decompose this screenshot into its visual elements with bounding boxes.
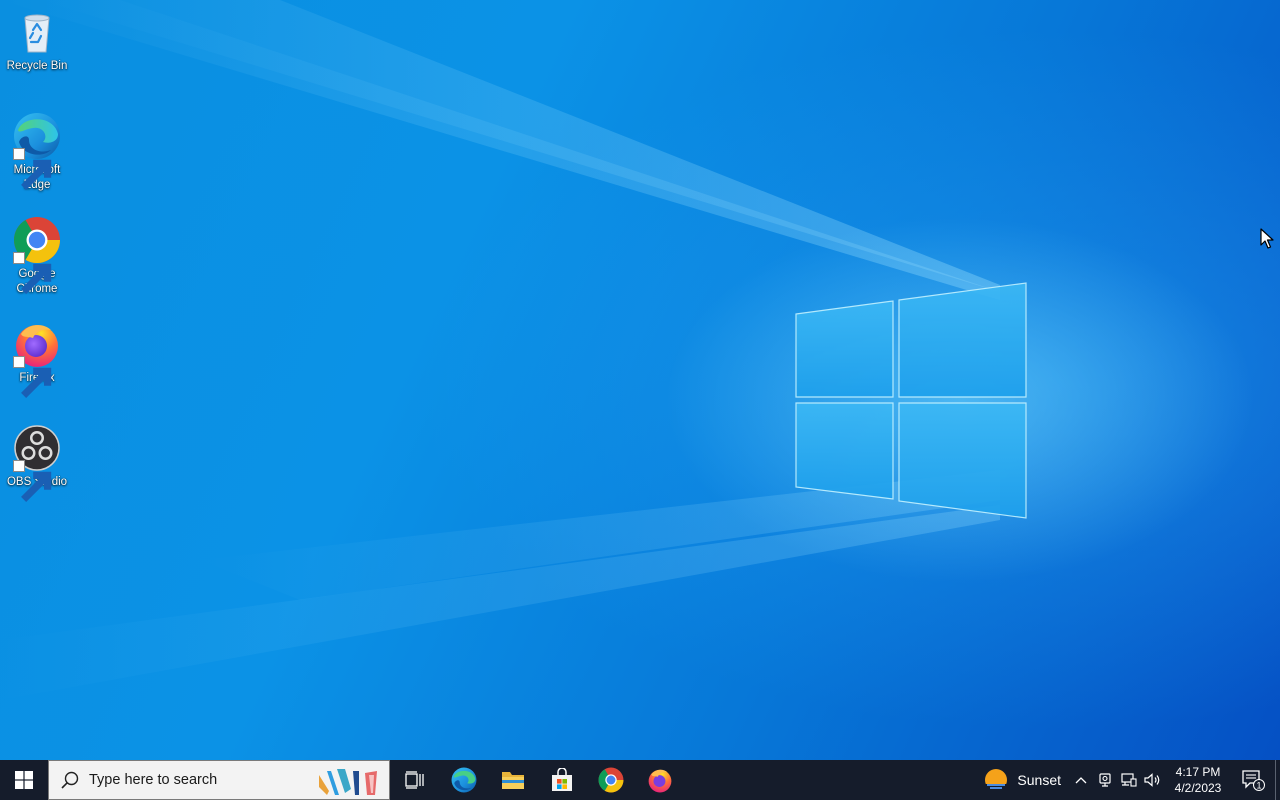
obs-icon (13, 424, 61, 502)
network-button[interactable] (1117, 760, 1141, 800)
clock[interactable]: 4:17 PM 4/2/2023 (1165, 764, 1231, 796)
meet-now-button[interactable] (1093, 760, 1117, 800)
mouse-pointer-icon (1260, 228, 1274, 254)
system-tray: Sunset 4:17 PM 4/2/2023 1 (983, 760, 1280, 800)
windows-start-icon (15, 771, 33, 789)
shortcut-arrow-icon (13, 252, 52, 294)
webcam-icon (1099, 773, 1111, 787)
edge-icon (451, 767, 476, 793)
speaker-icon (1144, 773, 1160, 787)
action-center-button[interactable]: 1 (1231, 760, 1275, 800)
windows-logo-wallpaper (795, 282, 1027, 519)
task-view-icon (404, 771, 424, 789)
taskbar: Type here to search Sunset 4:17 PM 4/2/2… (0, 760, 1280, 800)
clock-time: 4:17 PM (1175, 765, 1221, 779)
taskbar-firefox-button[interactable] (635, 760, 684, 800)
chrome-icon (13, 216, 61, 294)
desktop-icon-label: Recycle Bin (6, 60, 68, 72)
desktop-icon-google-chrome[interactable]: Google Chrome (2, 216, 72, 297)
chevron-up-icon (1075, 777, 1087, 784)
shortcut-arrow-icon (13, 460, 52, 502)
taskbar-file-explorer-button[interactable] (488, 760, 537, 800)
volume-button[interactable] (1141, 760, 1165, 800)
network-icon (1121, 773, 1137, 787)
search-icon (61, 771, 79, 789)
search-placeholder: Type here to search (89, 772, 218, 788)
clock-date: 4/2/2023 (1174, 781, 1222, 795)
notification-icon: 1 (1242, 770, 1265, 791)
firefox-icon (13, 320, 61, 398)
chrome-icon (598, 767, 623, 793)
desktop-icon-obs-studio[interactable]: OBS Studio (2, 424, 72, 502)
taskbar-edge-button[interactable] (439, 760, 488, 800)
sunset-weather-icon (983, 769, 1010, 793)
recycle-bin-icon (13, 8, 61, 56)
show-desktop-button[interactable] (1275, 760, 1280, 800)
file-explorer-icon (501, 772, 524, 789)
shortcut-arrow-icon (13, 148, 52, 190)
desktop-icon-firefox[interactable]: Firefox (2, 320, 72, 398)
edge-icon (13, 112, 61, 190)
taskbar-chrome-button[interactable] (586, 760, 635, 800)
microsoft-store-icon (551, 768, 572, 791)
desktop-icon-recycle-bin[interactable]: Recycle Bin (2, 8, 72, 74)
task-view-button[interactable] (390, 760, 439, 800)
search-box[interactable]: Type here to search (48, 760, 390, 800)
shortcut-arrow-icon (13, 356, 52, 398)
weather-label: Sunset (1017, 772, 1061, 788)
desktop[interactable]: Recycle Bin Microsoft Edge Google Chrome… (0, 0, 1280, 760)
search-highlight-icon[interactable] (315, 765, 385, 797)
desktop-icon-microsoft-edge[interactable]: Microsoft Edge (2, 112, 72, 193)
start-button[interactable] (0, 760, 48, 800)
wallpaper-light-beams (0, 0, 1027, 700)
taskbar-microsoft-store-button[interactable] (537, 760, 586, 800)
notification-count: 1 (1256, 781, 1261, 791)
weather-widget[interactable]: Sunset (983, 760, 1069, 800)
firefox-icon (648, 769, 671, 793)
show-hidden-icons-button[interactable] (1069, 760, 1093, 800)
